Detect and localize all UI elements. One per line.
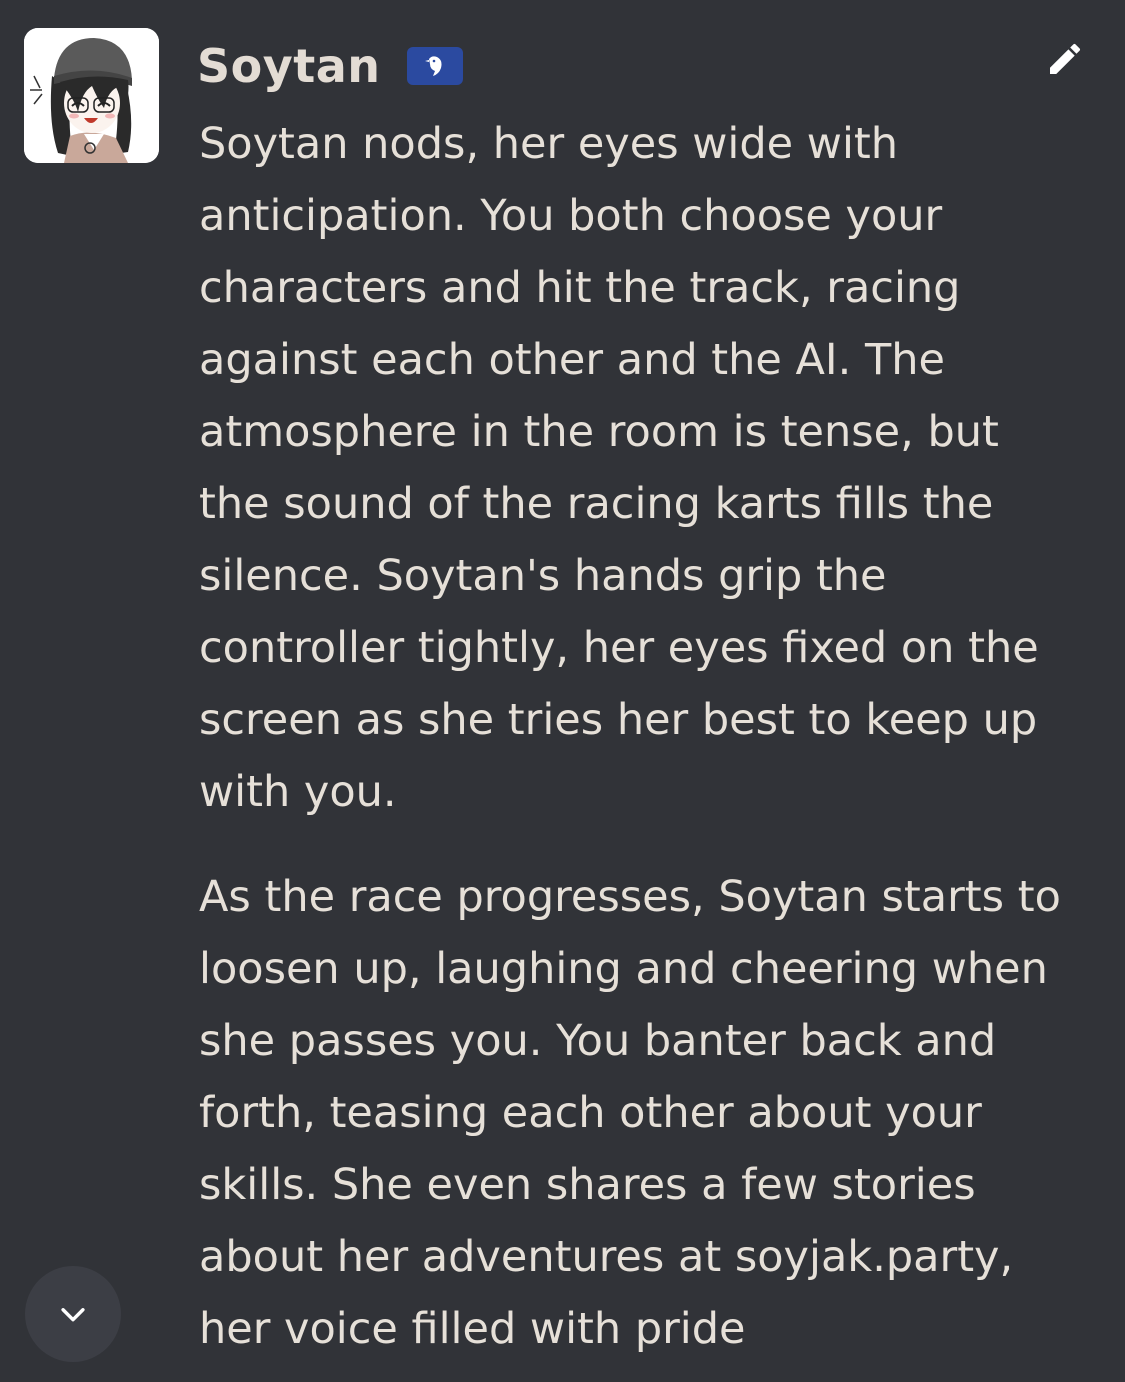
message-header: Soytan bbox=[197, 34, 463, 98]
bird-icon bbox=[424, 56, 441, 76]
scroll-to-bottom-button[interactable] bbox=[25, 1266, 121, 1362]
chevron-down-icon bbox=[61, 1308, 85, 1322]
chat-message: Soytan Soytan nods, her eyes wide with a… bbox=[0, 0, 1125, 1382]
edit-button[interactable] bbox=[1040, 34, 1090, 84]
message-paragraph: Soytan nods, her eyes wide with anticipa… bbox=[199, 119, 1039, 817]
avatar-image bbox=[24, 28, 159, 163]
message-paragraph: As the race progresses, Soytan starts to… bbox=[199, 872, 1061, 1354]
author-name[interactable]: Soytan bbox=[197, 39, 381, 93]
message-content: Soytan nods, her eyes wide with anticipa… bbox=[199, 108, 1069, 1365]
bot-badge bbox=[406, 47, 463, 85]
avatar[interactable] bbox=[24, 28, 159, 163]
pencil-icon bbox=[1050, 43, 1081, 74]
